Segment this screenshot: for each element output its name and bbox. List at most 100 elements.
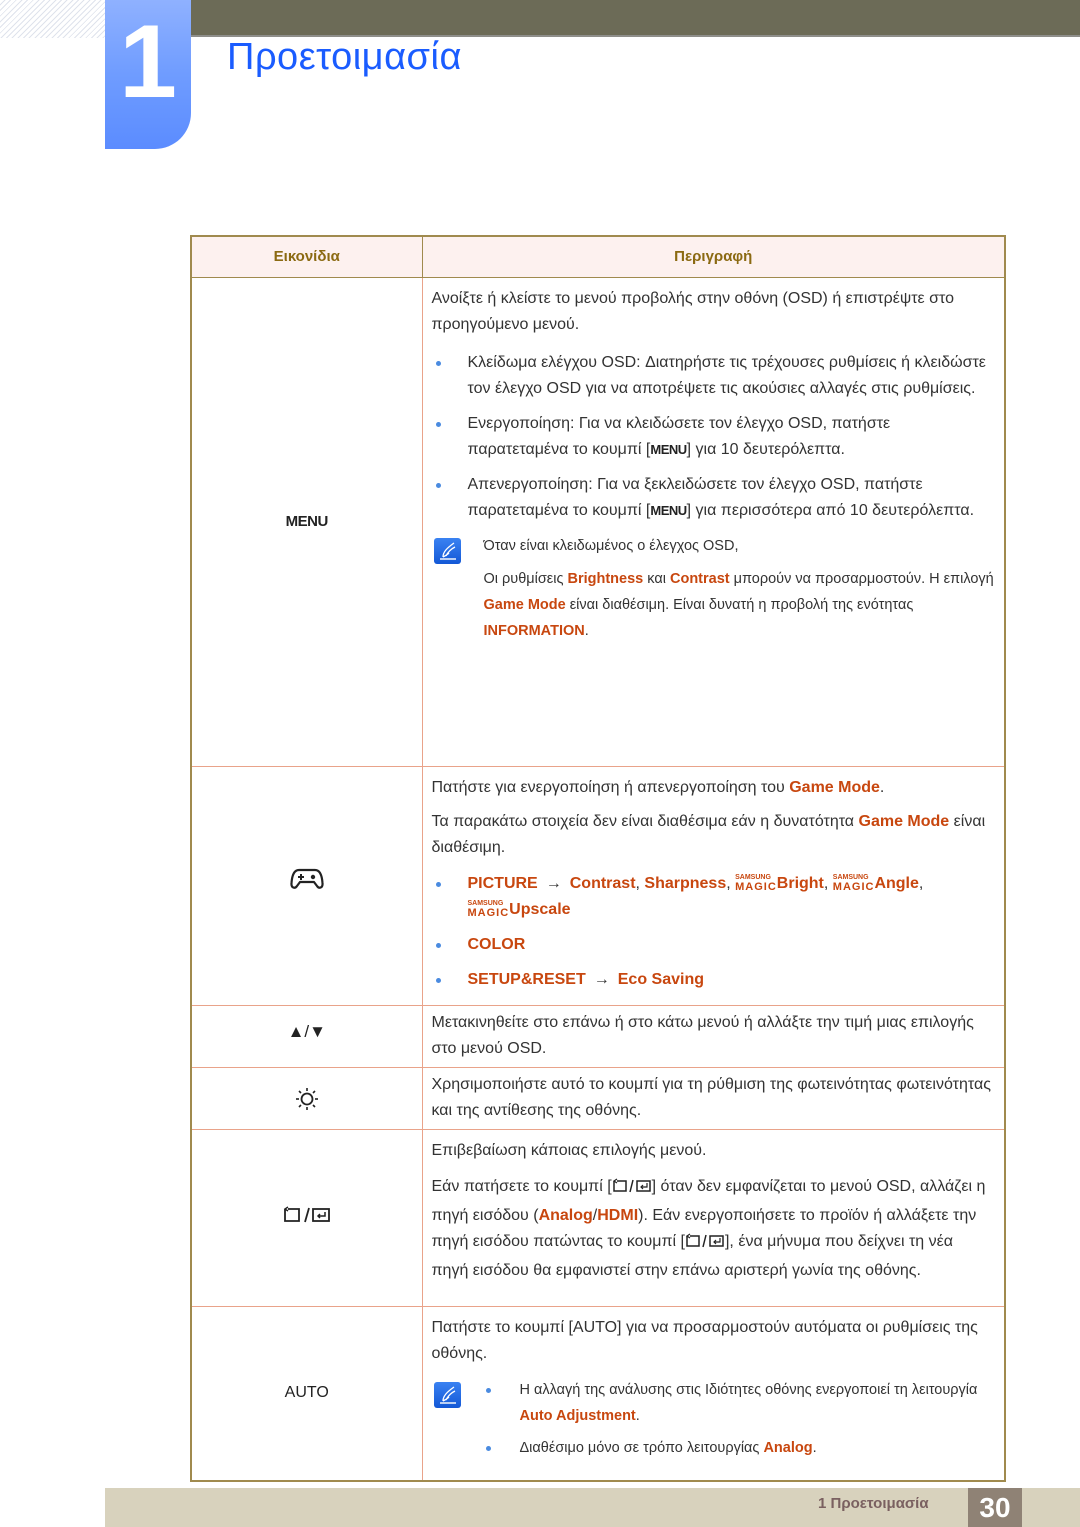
icon-cell [190, 1128, 423, 1307]
list-item-text: Κλείδωμα ελέγχου OSD: Διατηρήστε τις τρέ… [467, 353, 986, 397]
list-item: Κλείδωμα ελέγχου OSD: Διατηρήστε τις τρέ… [432, 350, 995, 402]
description-cell: Ανοίξτε ή κλείστε το μενού προβολής στην… [421, 276, 1006, 767]
bullet-icon [435, 977, 441, 983]
highlight-hdmi: HDMI [597, 1206, 639, 1224]
auto-key-icon: AUTO [284, 1384, 329, 1402]
menu-key-icon: MENU [650, 441, 687, 457]
note-box: Όταν είναι κλειδωμένος ο έλεγχος OSD, Οι… [432, 533, 995, 644]
list-item: COLOR [432, 932, 995, 958]
item-magic-angle: Angle [874, 874, 919, 892]
bullet-icon [485, 1445, 491, 1451]
menu-color: COLOR [467, 935, 526, 953]
enter-source-icon [685, 1232, 725, 1258]
highlight-information: INFORMATION [483, 622, 585, 639]
corner-hatch-decoration [0, 0, 105, 38]
highlight-contrast: Contrast [669, 570, 730, 587]
up-down-arrows-icon: ▲/▼ [287, 1021, 326, 1041]
bullet-icon [435, 360, 441, 366]
bullet-icon [435, 881, 441, 887]
brightness-sun-icon [294, 1086, 320, 1117]
arrow-icon: → [545, 874, 562, 892]
page-number: 30 [968, 1488, 1022, 1527]
description-text: Τα παρακάτω στοιχεία δεν είναι διαθέσιμα… [431, 812, 986, 856]
enter-source-icon [612, 1177, 652, 1203]
menu-key-icon: MENU [285, 512, 329, 530]
list-item: SETUP&RESET → Eco Saving [432, 967, 995, 993]
description-cell: Χρησιμοποιήστε αυτό το κουμπί για τη ρύθ… [421, 1066, 1006, 1130]
enter-source-icon [282, 1206, 332, 1229]
highlight-auto-adjustment: Auto Adjustment [519, 1407, 636, 1424]
description-text: Πατήστε το κουμπί [AUTO] για να προσαρμο… [431, 1318, 978, 1362]
list-item: Απενεργοποίηση: Για να ξεκλειδώσετε τον … [432, 472, 995, 524]
icon-cell: MENU [190, 276, 423, 767]
note-pencil-icon [433, 1381, 461, 1408]
note-line: Όταν είναι κλειδωμένος ο έλεγχος OSD, [483, 537, 739, 554]
item-magic-upscale: Upscale [509, 900, 571, 918]
footer-section-label: 1 Προετοιμασία [818, 1495, 929, 1512]
table-row: AUTO Πατήστε το κουμπί [AUTO] για να προ… [190, 1305, 1006, 1482]
description-cell: Πατήστε το κουμπί [AUTO] για να προσαρμο… [421, 1305, 1006, 1482]
list-item: Η αλλαγή της ανάλυσης στις Ιδιότητες οθό… [484, 1377, 995, 1429]
arrow-icon: → [593, 970, 610, 988]
samsung-magic-logo: SAMSUNG MAGIC [467, 899, 510, 919]
icon-cell: ▲/▼ [190, 1004, 423, 1068]
note-bullet-list: Η αλλαγή της ανάλυσης στις Ιδιότητες οθό… [484, 1377, 995, 1461]
table-row: MENU Ανοίξτε ή κλείστε το μενού προβολής… [190, 276, 1006, 767]
column-header-description: Περιγραφή [421, 235, 1006, 278]
table-row: Πατήστε για ενεργοποίηση ή απενεργοποίησ… [190, 765, 1006, 1006]
top-header-bar [185, 0, 1080, 37]
note-text: Οι ρυθμίσεις Brightness και Contrast μπο… [483, 570, 994, 639]
menu-picture: PICTURE [467, 874, 538, 892]
table-row: ▲/▼ Μετακινηθείτε στο επάνω ή στο κάτω μ… [190, 1004, 1006, 1068]
description-text: Μετακινηθείτε στο επάνω ή στο κάτω μενού… [431, 1014, 974, 1057]
chapter-title: Προετοιμασία [227, 36, 462, 78]
bullet-icon [435, 421, 441, 427]
highlight-analog: Analog [763, 1439, 813, 1456]
description-cell: Επιβεβαίωση κάποιας επιλογής μενού. Εάν … [421, 1128, 1006, 1307]
auto-key-label: AUTO [572, 1318, 618, 1336]
highlight-game-mode: Game Mode [789, 778, 880, 796]
chapter-number: 1 [119, 4, 177, 120]
column-header-icons: Εικονίδια [190, 235, 423, 278]
item-contrast: Contrast [569, 874, 636, 892]
description-text: Εάν πατήσετε το κουμπί [] όταν δεν εμφαν… [431, 1177, 986, 1279]
highlight-brightness: Brightness [567, 570, 644, 587]
highlight-analog: Analog [538, 1206, 593, 1224]
bullet-icon [435, 942, 441, 948]
note-pencil-icon [433, 537, 461, 564]
description-cell: Πατήστε για ενεργοποίηση ή απενεργοποίησ… [421, 765, 1006, 1006]
highlight-game-mode: Game Mode [483, 596, 566, 613]
bullet-list: PICTURE → Contrast, Sharpness, SAMSUNG MAGI… [432, 871, 995, 993]
bullet-list: Κλείδωμα ελέγχου OSD: Διατηρήστε τις τρέ… [432, 350, 995, 524]
icon-cell [190, 765, 423, 1006]
description-cell: Μετακινηθείτε στο επάνω ή στο κάτω μενού… [421, 1004, 1006, 1068]
item-eco-saving: Eco Saving [617, 970, 704, 988]
description-text: Επιβεβαίωση κάποιας επιλογής μενού. [431, 1141, 707, 1159]
icon-cell: AUTO [190, 1305, 423, 1482]
list-item: PICTURE → Contrast, Sharpness, SAMSUNG MAGI… [432, 871, 995, 923]
icon-cell [190, 1066, 423, 1130]
gamepad-icon [290, 868, 324, 895]
samsung-magic-logo: SAMSUNG MAGIC [735, 873, 777, 893]
description-text: Χρησιμοποιήστε αυτό το κουμπί για τη ρύθ… [431, 1076, 991, 1119]
list-item: Διαθέσιμο μόνο σε τρόπο λειτουργίας Anal… [484, 1435, 995, 1461]
list-item-text: ] για 10 δευτερόλεπτα. [686, 440, 845, 458]
samsung-magic-logo: SAMSUNG MAGIC [832, 873, 875, 893]
table-row: Επιβεβαίωση κάποιας επιλογής μενού. Εάν … [190, 1128, 1006, 1307]
description-text: Πατήστε για ενεργοποίηση ή απενεργοποίησ… [431, 778, 885, 796]
table-row: Χρησιμοποιήστε αυτό το κουμπί για τη ρύθ… [190, 1066, 1006, 1130]
bullet-icon [435, 482, 441, 488]
footer-bar [105, 1488, 1080, 1527]
menu-setup-reset: SETUP&RESET [467, 970, 586, 988]
note-box: Η αλλαγή της ανάλυσης στις Ιδιότητες οθό… [432, 1377, 995, 1461]
description-text: Ανοίξτε ή κλείστε το μενού προβολής στην… [431, 289, 955, 333]
table-header-row: Εικονίδια Περιγραφή [190, 235, 1006, 278]
item-magic-bright: Bright [776, 874, 824, 892]
bullet-icon [485, 1387, 491, 1393]
chapter-tab: 1 [105, 0, 191, 149]
highlight-game-mode: Game Mode [858, 812, 950, 830]
list-item: Ενεργοποίηση: Για να κλειδώσετε τον έλεγ… [432, 411, 995, 463]
buttons-table: Εικονίδια Περιγραφή MENU Ανοίξτε ή κλείσ… [190, 235, 1006, 1482]
menu-key-icon: MENU [650, 502, 687, 518]
item-sharpness: Sharpness [644, 874, 727, 892]
